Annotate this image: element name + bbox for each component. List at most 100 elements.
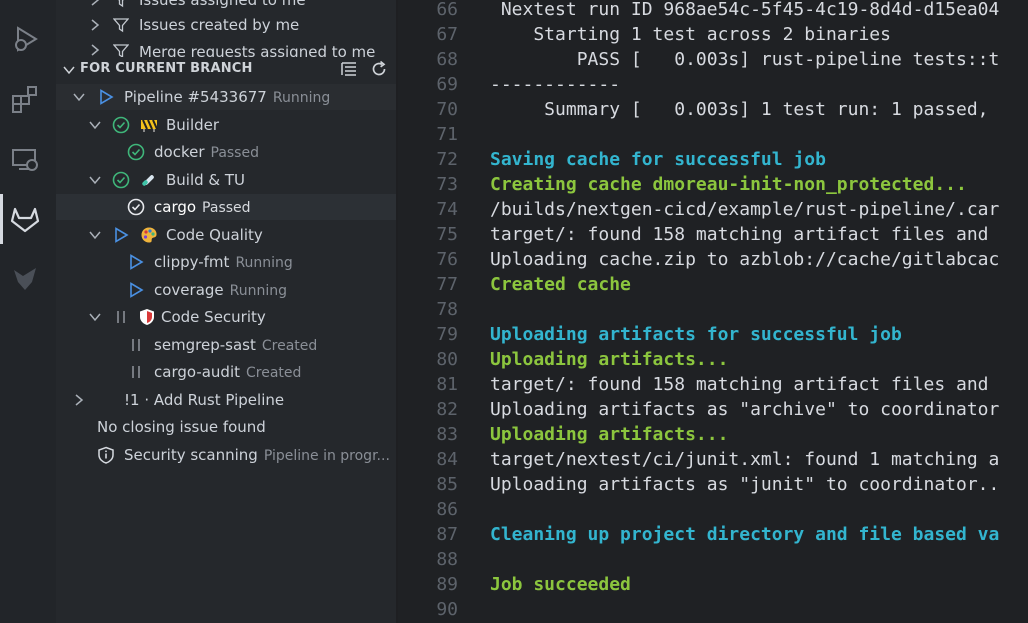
stage-label: Build & TU: [166, 171, 246, 189]
filter-icon: [112, 16, 130, 34]
section-title: FOR CURRENT BRANCH: [80, 61, 253, 76]
collapse-all-icon[interactable]: [340, 60, 358, 82]
job-label: coverage: [154, 281, 224, 299]
line-number: 78: [436, 299, 458, 320]
log-text: Uploading artifacts as "archive" to coor…: [490, 399, 1000, 420]
pipeline-status: Running: [272, 90, 331, 106]
line-number: 75: [436, 224, 458, 245]
log-line: 87 Cleaning up project directory and file…: [398, 522, 1028, 547]
job-label: cargo-audit: [154, 363, 241, 381]
log-text: Uploading artifacts for successful job: [490, 324, 902, 345]
chevron-right-icon: [91, 0, 100, 6]
tree-item-label: Issues created by me: [139, 16, 300, 34]
log-line: 79 Uploading artifacts for successful job: [398, 322, 1028, 347]
filter-icon: [112, 0, 130, 9]
job-status: Running: [229, 283, 288, 299]
line-number: 71: [436, 124, 458, 145]
section-header-current-branch[interactable]: FOR CURRENT BRANCH: [56, 56, 396, 82]
job-semgrep-sast[interactable]: semgrep-sast Created: [56, 332, 396, 358]
log-line: 84 target/nextest/ci/junit.xml: found 1 m…: [398, 447, 1028, 472]
log-line: 70 Summary [ 0.003s] 1 test run: 1 passe…: [398, 97, 1028, 122]
log-text: Uploading cache.zip to azblob://cache/gi…: [490, 249, 1000, 270]
log-line: 72 Saving cache for successful job: [398, 147, 1028, 172]
log-text: target/: found 158 matching artifact fil…: [490, 374, 989, 395]
activity-bar: [0, 0, 56, 623]
tree-item-label: Issues assigned to me: [139, 0, 306, 9]
log-text: Nextest run ID 968ae54c-5f45-4c19-8d4d-d…: [490, 0, 1000, 20]
gitlab-icon[interactable]: [0, 194, 42, 244]
stage-label: Code Quality: [166, 226, 263, 244]
job-label: cargo: [154, 198, 197, 216]
log-line: 68 PASS [ 0.003s] rust-pipeline tests::t: [398, 47, 1028, 72]
log-text: /builds/nextgen-cicd/example/rust-pipeli…: [490, 199, 1000, 220]
line-number: 87: [436, 524, 458, 545]
line-number: 86: [436, 499, 458, 520]
job-cargo[interactable]: cargo Passed: [56, 194, 396, 220]
stage-code-security[interactable]: Code Security: [56, 304, 396, 330]
line-number: 73: [436, 174, 458, 195]
log-line: 81 target/: found 158 matching artifact f…: [398, 372, 1028, 397]
stage-builder[interactable]: Builder: [56, 112, 396, 138]
job-log-editor[interactable]: 66 Nextest run ID 968ae54c-5f45-4c19-8d4…: [398, 0, 1028, 623]
remote-explorer-icon[interactable]: [8, 142, 42, 176]
line-number: 76: [436, 249, 458, 270]
log-text: Uploading artifacts as "junit" to coordi…: [490, 474, 1000, 495]
security-scanning-item[interactable]: Security scanning Pipeline in progr...: [56, 442, 396, 468]
log-text: Creating cache dmoreau-init-non_protecte…: [490, 174, 967, 195]
line-number: 74: [436, 199, 458, 220]
log-text: PASS [ 0.003s] rust-pipeline tests::t: [490, 49, 1000, 70]
tree-item-label: Merge requests assigned to me: [139, 43, 376, 57]
job-coverage[interactable]: coverage Running: [56, 277, 396, 303]
passed-status-icon: [127, 143, 145, 161]
refresh-icon[interactable]: [370, 60, 388, 82]
job-cargo-audit[interactable]: cargo-audit Created: [56, 359, 396, 385]
job-status: Running: [235, 255, 293, 271]
log-line: 88: [398, 547, 1028, 572]
passed-status-icon: [112, 116, 130, 134]
log-line: 66 Nextest run ID 968ae54c-5f45-4c19-8d4…: [398, 0, 1028, 22]
line-number: 81: [436, 374, 458, 395]
job-status: Passed: [210, 145, 259, 161]
tree-item-issues-created[interactable]: Issues created by me: [56, 12, 396, 38]
job-status: Created: [246, 365, 302, 381]
line-number: 82: [436, 399, 458, 420]
extensions-icon[interactable]: [8, 82, 42, 116]
log-line: 77 Created cache: [398, 272, 1028, 297]
shield-icon: [138, 308, 156, 326]
merge-request-item[interactable]: !1 · Add Rust Pipeline: [56, 387, 396, 413]
created-status-icon: [127, 363, 145, 381]
log-line: 71: [398, 122, 1028, 147]
log-line: 90: [398, 597, 1028, 622]
line-number: 67: [436, 24, 458, 45]
log-line: 86: [398, 497, 1028, 522]
log-line: 89 Job succeeded: [398, 572, 1028, 597]
job-clippy-fmt[interactable]: clippy-fmt Running: [56, 249, 396, 275]
artist-palette-icon: [140, 226, 158, 244]
stage-build-tu[interactable]: Build & TU: [56, 167, 396, 193]
pipeline-item[interactable]: Pipeline #5433677 Running: [56, 84, 396, 110]
stage-code-quality[interactable]: Code Quality: [56, 222, 396, 248]
log-text: target/: found 158 matching artifact fil…: [490, 224, 989, 245]
job-docker[interactable]: docker Passed: [56, 139, 396, 165]
log-text: Starting 1 test across 2 binaries: [490, 24, 891, 45]
log-text: target/nextest/ci/junit.xml: found 1 mat…: [490, 449, 1000, 470]
gitlab-sidebar: Issues assigned to me Issues created by …: [56, 0, 396, 623]
log-line: 73 Creating cache dmoreau-init-non_protec…: [398, 172, 1028, 197]
line-number: 88: [436, 549, 458, 570]
line-number: 85: [436, 474, 458, 495]
log-line: 85 Uploading artifacts as "junit" to coor…: [398, 472, 1028, 497]
stage-label: Code Security: [161, 308, 266, 326]
construction-sign-icon: [140, 116, 158, 134]
chevron-right-icon: [91, 44, 100, 56]
job-label: semgrep-sast: [154, 336, 256, 354]
running-status-icon: [97, 88, 115, 106]
shield-info-icon: [97, 446, 115, 464]
log-line: 67 Starting 1 test across 2 binaries: [398, 22, 1028, 47]
tree-item-mr-assigned[interactable]: Merge requests assigned to me: [56, 39, 396, 57]
extension-fox-icon[interactable]: [8, 262, 42, 296]
run-debug-icon[interactable]: [8, 22, 42, 56]
line-number: 77: [436, 274, 458, 295]
log-text: Job succeeded: [490, 574, 631, 595]
running-status-icon: [127, 253, 145, 271]
log-line: 69 ------------: [398, 72, 1028, 97]
